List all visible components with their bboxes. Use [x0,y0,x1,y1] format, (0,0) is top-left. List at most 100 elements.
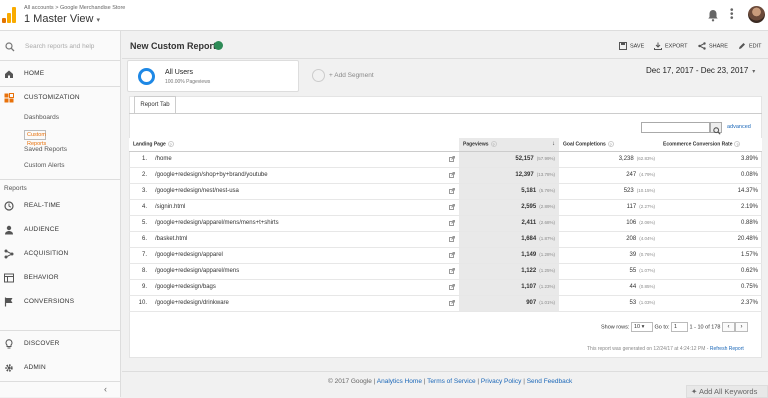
help-icon[interactable]: ? [167,141,174,148]
sidebar-subitem-saved-reports[interactable]: Saved Reports [24,146,67,153]
external-link-icon[interactable] [449,268,455,274]
table-row[interactable]: 5. /google+redesign/apparel/mens/mens+t+s… [129,215,762,232]
avatar[interactable] [748,6,765,23]
landing-page-cell[interactable]: /signin.html [151,199,459,216]
external-link-icon[interactable] [449,220,455,226]
external-link-icon[interactable] [449,172,455,178]
sidebar-item-realtime[interactable]: REAL-TIME [0,197,121,215]
add-all-keywords-button[interactable]: ✦ Add All Keywords [686,385,768,398]
goal-completions-percent: (4.04%) [639,236,655,241]
export-button[interactable]: EXPORT [654,42,688,50]
sidebar-item-acquisition[interactable]: ACQUISITION [0,245,121,263]
column-header-pageviews[interactable]: Pageviews? ↓ [459,138,559,152]
sidebar-item-discover[interactable]: DISCOVER [0,335,121,353]
sidebar-subitem-custom-alerts[interactable]: Custom Alerts [24,162,64,169]
analytics-logo-icon[interactable] [2,7,16,23]
table-row[interactable]: 4./signin.html 2,595 (2.89%) 117 (2.27%) 2.19… [129,199,762,216]
landing-page-cell[interactable]: /google+redesign/drinkware [151,295,459,312]
breadcrumb-property[interactable]: Google Merchandise Store [60,5,125,11]
table-row[interactable]: 1./home 52,157 (57.99%) 3,238 (62.83%) 3.89% [129,151,762,168]
search-bar[interactable]: Search reports and help [0,37,121,59]
landing-page-cell[interactable]: /google+redesign/apparel [151,247,459,264]
conversion-rate-cell: 0.75% [659,279,762,296]
table-row[interactable]: 8. /google+redesign/apparel/mens 1,122 (1.2… [129,263,762,280]
column-header-landing-page[interactable]: Landing Page? [129,138,459,152]
sidebar-subitem-custom-reports[interactable]: Custom Reports [24,130,46,147]
footer-link-analytics-home[interactable]: Analytics Home [377,378,422,385]
edit-button[interactable]: EDIT [738,42,762,50]
add-segment-button[interactable]: + Add Segment [312,69,374,82]
landing-page-cell[interactable]: /google+redesign/shop+by+brand/youtube [151,167,459,184]
search-input[interactable]: Search reports and help [25,43,94,50]
date-range-selector[interactable]: Dec 17, 2017 - Dec 23, 2017 ▾ [646,66,755,75]
external-link-icon[interactable] [449,156,455,162]
external-link-icon[interactable] [449,252,455,258]
landing-page-cell[interactable]: /home [151,151,459,168]
column-header-ecommerce-conversion-rate[interactable]: Ecommerce Conversion Rate? [659,138,762,152]
landing-page-link[interactable]: /google+redesign/bags [155,284,216,290]
bell-icon[interactable] [707,9,719,22]
external-link-icon[interactable] [449,236,455,242]
sidebar-item-customization[interactable]: CUSTOMIZATION [0,89,121,107]
advanced-filter-link[interactable]: advanced [727,124,751,130]
sidebar-item-conversions[interactable]: CONVERSIONS [0,293,121,311]
pageviews-value: 2,595 [521,204,537,210]
table-row[interactable]: 3. /google+redesign/nest/nest-usa 5,181 (5.… [129,183,762,200]
landing-page-link[interactable]: /google+redesign/apparel/mens [155,268,239,274]
breadcrumb[interactable]: All accounts > Google Merchandise Store [24,5,125,11]
save-button[interactable]: SAVE [619,42,644,50]
collapse-sidebar-icon[interactable]: ‹ [104,384,107,394]
table-row[interactable]: 7./google+redesign/apparel 1,149 (1.28%) 39… [129,247,762,264]
goto-page-input[interactable]: 1 [671,322,689,332]
landing-page-link[interactable]: /google+redesign/apparel/mens/mens+t+shi… [155,220,279,226]
tab-report[interactable]: Report Tab [134,96,176,113]
external-link-icon[interactable] [449,188,455,194]
footer-link-privacy[interactable]: Privacy Policy [481,378,521,385]
rows-per-page-select[interactable]: 10 ▾ [630,322,653,332]
help-icon[interactable]: ? [734,141,741,148]
landing-page-cell[interactable]: /google+redesign/apparel/mens/mens+t+shi… [151,215,459,232]
table-row[interactable]: 9./google+redesign/bags 1,107 (1.23%) 44 (0.… [129,279,762,296]
landing-page-cell[interactable]: /google+redesign/apparel/mens [151,263,459,280]
landing-page-cell[interactable]: /google+redesign/bags [151,279,459,296]
column-label: Goal Completions [563,141,606,148]
segment-card-all-users[interactable]: All Users 100.00% Pageviews [127,60,299,92]
table-search-button[interactable] [710,122,722,135]
column-header-goal-completions[interactable]: Goal Completions? [559,138,659,152]
sidebar-item-audience[interactable]: AUDIENCE [0,221,121,239]
table-row[interactable]: 10./google+redesign/drinkware 907 (1.01%) 5… [129,295,762,312]
external-link-icon[interactable] [449,300,455,306]
landing-page-link[interactable]: /home [155,156,172,162]
landing-page-link[interactable]: /basket.html [155,236,187,242]
sort-descending-icon[interactable]: ↓ [552,141,555,147]
sidebar-item-admin[interactable]: ADMIN [0,359,121,377]
external-link-icon[interactable] [449,204,455,210]
table-row[interactable]: 2. /google+redesign/shop+by+brand/youtube… [129,167,762,184]
help-icon[interactable]: ? [490,141,497,148]
table-search-input[interactable] [641,122,710,133]
sidebar-subitem-dashboards[interactable]: Dashboards [24,114,59,121]
share-button[interactable]: SHARE [698,42,728,50]
footer-link-send-feedback[interactable]: Send Feedback [527,378,573,385]
external-link-icon[interactable] [449,284,455,290]
landing-page-cell[interactable]: /basket.html [151,231,459,248]
landing-page-link[interactable]: /google+redesign/apparel [155,252,223,258]
landing-page-cell[interactable]: /google+redesign/nest/nest-usa [151,183,459,200]
more-menu-icon[interactable]: • • • [730,6,734,24]
table-row[interactable]: 6./basket.html 1,684 (1.87%) 208 (4.04%) 20.4… [129,231,762,248]
refresh-report-link[interactable]: Refresh Report [710,346,744,352]
sidebar-item-home[interactable]: HOME [0,65,121,83]
previous-page-button[interactable]: ‹ [721,322,735,332]
landing-page-link[interactable]: /google+redesign/drinkware [155,300,229,306]
next-page-button[interactable]: › [734,322,748,332]
landing-page-link[interactable]: /signin.html [155,204,185,210]
breadcrumb-accounts[interactable]: All accounts [24,5,54,11]
pageviews-cell: 1,107 (1.23%) [459,279,559,296]
landing-page-link[interactable]: /google+redesign/shop+by+brand/youtube [155,172,268,178]
landing-page-link[interactable]: /google+redesign/nest/nest-usa [155,188,239,194]
view-selector[interactable]: 1 Master View ▾ [24,13,100,25]
sidebar-item-behavior[interactable]: BEHAVIOR [0,269,121,287]
goal-completions-percent: (10.15%) [636,188,655,193]
footer-link-terms[interactable]: Terms of Service [427,378,475,385]
help-icon[interactable]: ? [607,141,614,148]
